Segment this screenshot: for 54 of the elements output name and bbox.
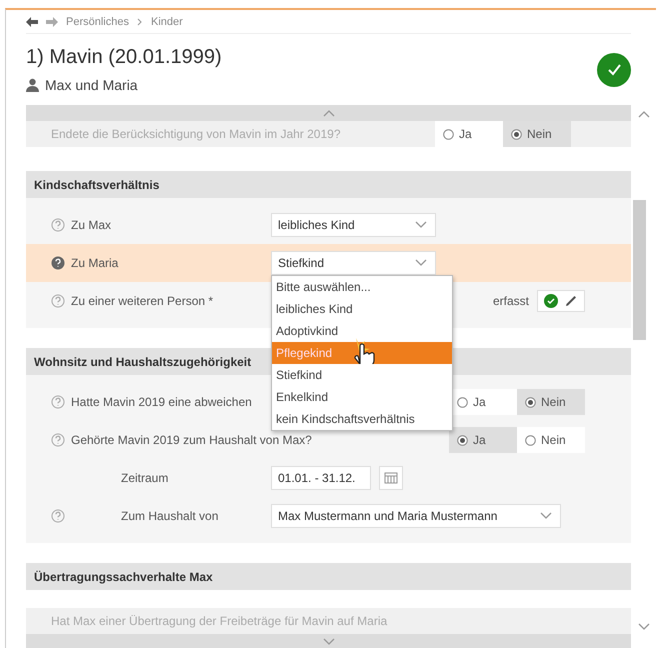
- radio-icon: [443, 128, 454, 140]
- field-label: Zeitraum: [121, 471, 170, 485]
- parents-label: Max und Maria: [45, 77, 138, 93]
- status-box[interactable]: [537, 290, 585, 312]
- question-text: Endete die Berücksichtigung von Mavin im Jahr 2019?: [51, 127, 342, 141]
- breadcrumb-link[interactable]: Kinder: [150, 16, 183, 28]
- chevron-up-icon[interactable]: [322, 109, 334, 117]
- caret-icon[interactable]: [415, 259, 427, 267]
- radio-icon: [525, 434, 536, 446]
- date-field[interactable]: 01.01. - 31.12.: [271, 466, 371, 490]
- radio-option[interactable]: Nein: [503, 121, 571, 147]
- calendar-icon[interactable]: [379, 466, 403, 490]
- select-field[interactable]: Stiefkind: [271, 251, 436, 275]
- select-field[interactable]: leibliches Kind: [271, 213, 436, 237]
- field-label: Zu Maria: [71, 256, 120, 270]
- scroll-up-icon[interactable]: [638, 110, 650, 118]
- required-mark: *: [208, 294, 214, 308]
- scroll-down-icon[interactable]: [638, 623, 650, 631]
- select-field[interactable]: Max Mustermann und Maria Mustermann: [271, 504, 561, 528]
- field-label: Zu Max: [71, 218, 112, 232]
- field-label: Zu einer weiteren Person *: [71, 294, 214, 308]
- radio-icon: [511, 128, 522, 140]
- dropdown-option[interactable]: Enkelkind: [272, 386, 452, 408]
- child-title: 1) Mavin (20.01.1999): [26, 46, 222, 69]
- help-icon[interactable]: [51, 256, 65, 270]
- section-header: Kindschaftsverhältnis: [26, 171, 631, 198]
- radio-option[interactable]: Nein: [517, 389, 585, 415]
- caret-icon[interactable]: [540, 512, 552, 520]
- field-label: Gehörte Mavin 2019 zum Haushalt von Max?: [71, 433, 312, 447]
- forward-arrow-icon[interactable]: [46, 16, 58, 26]
- status-text: erfasst: [492, 294, 529, 308]
- radio-icon: [457, 434, 468, 446]
- radio-icon: [457, 396, 468, 408]
- radio-option[interactable]: Nein: [517, 427, 585, 453]
- section-header: Übertragungssachverhalte Max: [26, 563, 631, 590]
- chevron-down-icon[interactable]: [322, 638, 334, 646]
- caret-icon[interactable]: [415, 221, 427, 229]
- chevron-right-icon: [136, 18, 143, 26]
- field-label: Zum Haushalt von: [121, 509, 220, 523]
- radio-icon: [525, 396, 536, 408]
- pencil-icon[interactable]: [564, 294, 578, 308]
- person-icon: [26, 78, 39, 92]
- field-label: Hatte Mavin 2019 eine abweichen: [71, 395, 253, 409]
- dropdown-option[interactable]: Stiefkind: [272, 364, 452, 386]
- radio-option[interactable]: Ja: [435, 121, 503, 147]
- radio-option[interactable]: Ja: [449, 427, 517, 453]
- back-arrow-icon[interactable]: [26, 16, 38, 26]
- dropdown-option[interactable]: kein Kindschaftsverhältnis: [272, 408, 452, 430]
- dropdown-option[interactable]: leibliches Kind: [272, 298, 452, 320]
- question-text: Hat Max einer Übertragung der Freibeträge für Mavin auf Maria: [51, 614, 388, 628]
- dropdown-option[interactable]: Bitte auswählen...: [272, 276, 452, 298]
- dropdown-option[interactable]: Adoptivkind: [272, 320, 452, 342]
- breadcrumb-link[interactable]: Persönliches: [66, 16, 129, 28]
- scrollbar-thumb[interactable]: [633, 200, 646, 340]
